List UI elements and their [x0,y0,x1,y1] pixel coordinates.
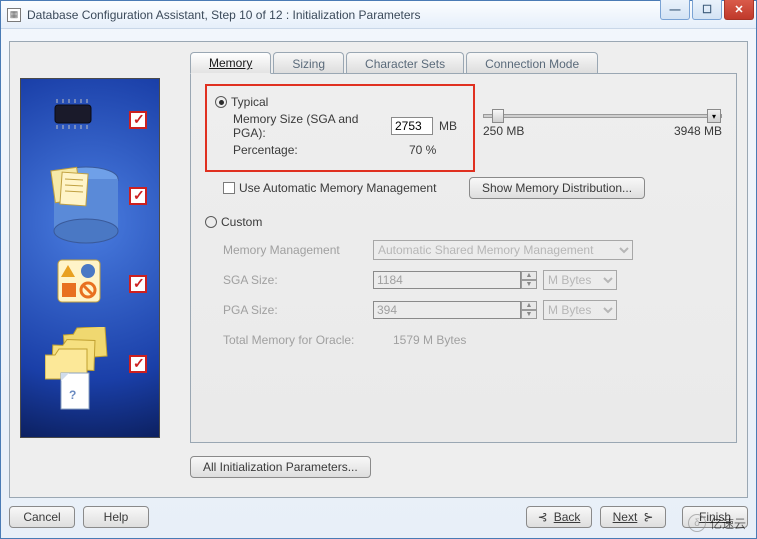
sga-label: SGA Size: [223,273,373,287]
percentage-value: 70 % [409,143,436,157]
slider-arrow-icon[interactable]: ▾ [707,109,721,123]
all-init-params-button[interactable]: All Initialization Parameters... [190,456,371,478]
tab-character-sets[interactable]: Character Sets [346,52,464,74]
total-mem-value: 1579 M Bytes [393,333,466,347]
memory-size-unit: MB [439,119,457,133]
close-button[interactable]: ✕ [724,0,754,20]
memory-size-label: Memory Size (SGA and PGA): [233,112,391,140]
step-check-icon [129,187,147,205]
tab-connection-mode[interactable]: Connection Mode [466,52,598,74]
typical-radio[interactable] [215,96,227,108]
step-check-icon [129,355,147,373]
watermark-icon: δ [688,514,706,532]
pga-label: PGA Size: [223,303,373,317]
mm-label: Memory Management [223,243,373,257]
chip-icon [49,97,99,133]
typical-highlight-box: Typical Memory Size (SGA and PGA): MB Pe… [205,84,475,172]
content-panel: ? Memory Sizing Character Sets Connectio… [9,41,748,498]
tabstrip: Memory Sizing Character Sets Connection … [190,52,737,74]
back-button[interactable]: ⊰Back [526,506,592,528]
maximize-button[interactable]: ☐ [692,0,722,20]
next-button[interactable]: Next⊱ [600,506,666,528]
memory-slider[interactable]: ▾ [483,114,722,118]
pga-spinner: ▲▼ [521,301,537,319]
app-icon: ▦ [7,8,21,22]
next-arrow-icon: ⊱ [643,510,653,524]
tab-sizing[interactable]: Sizing [273,52,344,74]
window-title: Database Configuration Assistant, Step 1… [27,8,750,22]
slider-thumb[interactable] [492,109,504,123]
step-check-icon [129,275,147,293]
app-window: ▦ Database Configuration Assistant, Step… [0,0,757,539]
tab-memory[interactable]: Memory [190,52,271,74]
percentage-label: Percentage: [233,143,409,157]
minimize-button[interactable]: — [660,0,690,20]
custom-label: Custom [221,215,262,229]
sga-unit-combo: M Bytes [543,270,617,290]
auto-mm-label: Use Automatic Memory Management [239,181,469,195]
shapes-icon [57,259,101,303]
svg-text:?: ? [69,388,76,402]
wizard-footer: Cancel Help ⊰Back Next⊱ Finish [9,502,748,532]
help-doc-icon: ? [59,371,93,411]
titlebar: ▦ Database Configuration Assistant, Step… [1,1,756,29]
watermark: δ 亿速云 [688,514,746,532]
auto-mm-checkbox[interactable] [223,182,235,194]
step-check-icon [129,111,147,129]
documents-icon [47,165,97,209]
slider-min-label: 250 MB [483,124,524,138]
wizard-sidebar: ? [20,78,160,438]
sga-spinner: ▲▼ [521,271,537,289]
total-mem-label: Total Memory for Oracle: [223,333,393,347]
typical-label: Typical [231,95,268,109]
help-button[interactable]: Help [83,506,149,528]
back-arrow-icon: ⊰ [538,510,548,524]
memory-panel: Typical Memory Size (SGA and PGA): MB Pe… [190,73,737,443]
pga-input [373,301,521,319]
custom-radio[interactable] [205,216,217,228]
sga-input [373,271,521,289]
memory-size-input[interactable] [391,117,433,135]
cancel-button[interactable]: Cancel [9,506,75,528]
pga-unit-combo: M Bytes [543,300,617,320]
mm-combo: Automatic Shared Memory Management [373,240,633,260]
slider-max-label: 3948 MB [674,124,722,138]
show-distribution-button[interactable]: Show Memory Distribution... [469,177,645,199]
